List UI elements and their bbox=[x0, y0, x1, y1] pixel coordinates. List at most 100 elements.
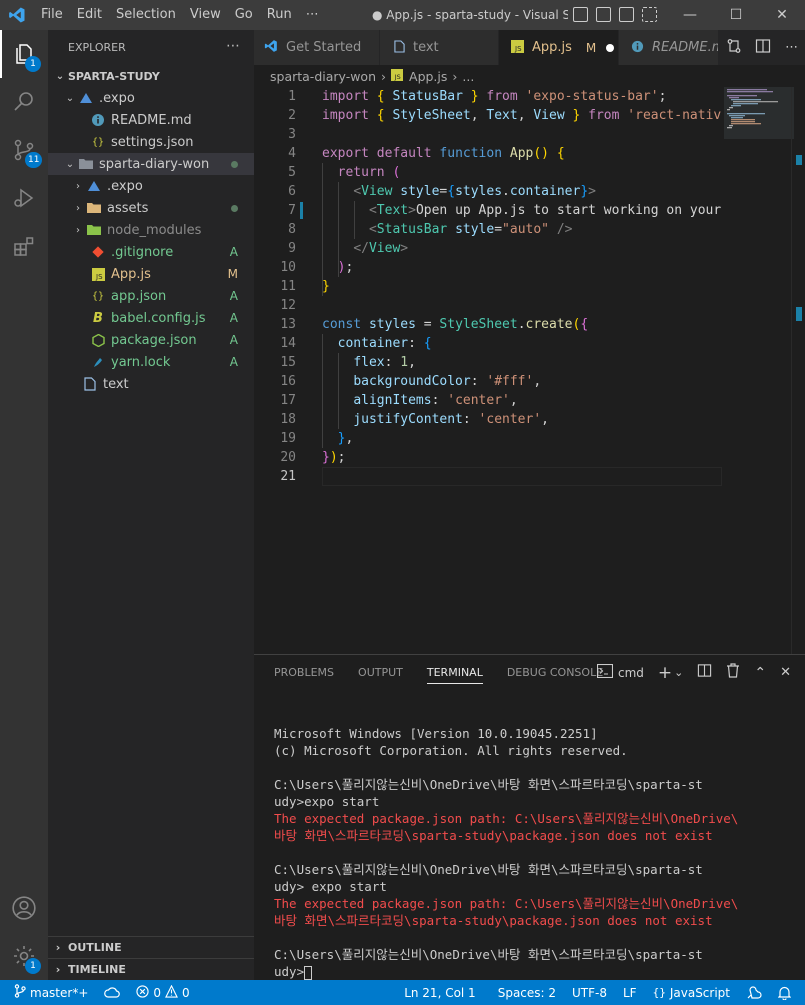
account-icon[interactable] bbox=[0, 884, 48, 932]
branch-indicator[interactable]: master*+ bbox=[0, 984, 96, 1001]
tree-item-label: package.json bbox=[111, 332, 197, 348]
new-terminal-plus-icon[interactable]: + bbox=[658, 663, 672, 683]
terminal-prompt-line: udy> bbox=[274, 964, 305, 979]
code-line: <View style={styles.container}> bbox=[353, 184, 596, 199]
menu-file[interactable]: File bbox=[34, 0, 70, 30]
tab-app-js[interactable]: JS App.js M bbox=[499, 30, 619, 65]
scrollbar-change-marker bbox=[796, 307, 802, 321]
line-number: 20 bbox=[280, 450, 296, 465]
minimize-icon[interactable]: — bbox=[667, 0, 713, 30]
outline-section[interactable]: › OUTLINE bbox=[48, 936, 254, 958]
menu-go[interactable]: Go bbox=[228, 0, 260, 30]
toggle-panel-icon[interactable] bbox=[596, 7, 611, 22]
terminal-line: C:\Users\풀리지않는신비\OneDrive\바탕 화면\스파르타코딩\s… bbox=[274, 947, 703, 962]
menu-run[interactable]: Run bbox=[260, 0, 299, 30]
chevron-right-icon: › bbox=[76, 180, 80, 192]
modified-dot-icon bbox=[231, 201, 238, 215]
split-terminal-icon[interactable] bbox=[697, 663, 712, 682]
tab-get-started[interactable]: Get Started bbox=[254, 30, 380, 65]
tree-folder-expo-inner[interactable]: › .expo bbox=[48, 175, 254, 197]
menu-view[interactable]: View bbox=[183, 0, 228, 30]
tab-readme[interactable]: README.md bbox=[619, 30, 719, 65]
tree-file-app-js[interactable]: JS App.js M bbox=[48, 263, 254, 285]
tree-file-settings-json[interactable]: {} settings.json bbox=[48, 131, 254, 153]
tree-folder-node-modules[interactable]: › node_modules bbox=[48, 219, 254, 241]
code-lines[interactable]: import { StatusBar } from 'expo-status-b… bbox=[322, 87, 722, 486]
tree-folder-expo[interactable]: ⌄ .expo bbox=[48, 87, 254, 109]
tree-file-readme[interactable]: README.md bbox=[48, 109, 254, 131]
menu-bar: File Edit Selection View Go Run ⋯ bbox=[34, 0, 326, 30]
tree-folder-sparta-diary-won[interactable]: ⌄ sparta-diary-won bbox=[48, 153, 254, 175]
chevron-down-icon: ⌄ bbox=[65, 158, 75, 170]
timeline-section[interactable]: › TIMELINE bbox=[48, 958, 254, 980]
code-line: backgroundColor: '#fff', bbox=[353, 374, 542, 389]
svg-text:JS: JS bbox=[394, 73, 401, 81]
breadcrumb-folder[interactable]: sparta-diary-won bbox=[270, 69, 376, 84]
tree-file-gitignore[interactable]: .gitignore A bbox=[48, 241, 254, 263]
unsaved-dot-icon[interactable] bbox=[606, 43, 615, 52]
menu-edit[interactable]: Edit bbox=[70, 0, 109, 30]
menu-selection[interactable]: Selection bbox=[109, 0, 183, 30]
terminal-shell-selector[interactable]: cmd bbox=[596, 663, 644, 682]
tree-file-yarn-lock[interactable]: yarn.lock A bbox=[48, 351, 254, 373]
run-debug-icon[interactable] bbox=[0, 174, 48, 222]
tab-text[interactable]: text bbox=[380, 30, 499, 65]
manage-gear-icon[interactable]: 1 bbox=[0, 932, 48, 980]
feedback-icon[interactable] bbox=[738, 985, 770, 1000]
close-panel-icon[interactable]: ✕ bbox=[780, 665, 791, 680]
explorer-icon[interactable]: 1 bbox=[0, 30, 48, 78]
code-line: <StatusBar style="auto" /> bbox=[368, 222, 573, 237]
language-mode[interactable]: {} JavaScript bbox=[645, 986, 738, 1000]
terminal-error-line: The expected package.json path: C:\Users… bbox=[274, 811, 739, 826]
notifications-bell-icon[interactable] bbox=[770, 986, 805, 1000]
tab-problems[interactable]: PROBLEMS bbox=[266, 655, 342, 690]
encoding[interactable]: UTF-8 bbox=[564, 986, 615, 1000]
line-ending[interactable]: LF bbox=[615, 986, 645, 1000]
tree-file-app-json[interactable]: {} app.json A bbox=[48, 285, 254, 307]
customize-layout-icon[interactable] bbox=[642, 7, 657, 22]
tree-file-package-json[interactable]: package.json A bbox=[48, 329, 254, 351]
source-control-icon[interactable]: 11 bbox=[0, 126, 48, 174]
editor-scrollbar[interactable] bbox=[791, 87, 805, 654]
more-actions-icon[interactable]: ⋯ bbox=[785, 40, 798, 55]
maximize-icon[interactable]: ☐ bbox=[713, 0, 759, 30]
close-icon[interactable]: ✕ bbox=[759, 0, 805, 30]
code-line: container: { bbox=[337, 336, 432, 351]
minimap[interactable] bbox=[724, 87, 794, 654]
open-changes-icon[interactable] bbox=[726, 38, 742, 58]
cursor-position[interactable]: Ln 21, Col 1 bbox=[396, 986, 490, 1000]
extensions-icon[interactable] bbox=[0, 222, 48, 270]
maximize-panel-chevron-up-icon[interactable]: ⌃ bbox=[754, 665, 766, 681]
tab-debug-console[interactable]: DEBUG CONSOLE bbox=[499, 655, 611, 690]
line-number: 21 bbox=[280, 469, 296, 484]
trash-icon[interactable] bbox=[726, 663, 740, 682]
sync-icon[interactable] bbox=[96, 986, 128, 999]
activity-bar: 1 11 1 bbox=[0, 30, 48, 980]
terminal-error-line: 바탕 화면\스파르타코딩\sparta-study\package.json d… bbox=[274, 828, 713, 843]
tree-file-babel-config[interactable]: B babel.config.js A bbox=[48, 307, 254, 329]
terminal-line: udy> expo start bbox=[274, 879, 387, 894]
tab-terminal[interactable]: TERMINAL bbox=[419, 655, 491, 690]
breadcrumb-more[interactable]: ... bbox=[462, 69, 474, 84]
menu-more[interactable]: ⋯ bbox=[299, 0, 326, 30]
more-actions-icon[interactable]: ⋯ bbox=[226, 38, 240, 54]
code-editor[interactable]: 1 2 3 4 5 6 7 8 9 10 11 12 13 14 15 16 1… bbox=[254, 87, 805, 654]
indentation[interactable]: Spaces: 2 bbox=[490, 986, 564, 1000]
breadcrumb-file[interactable]: App.js bbox=[409, 69, 447, 84]
problems-indicator[interactable]: 0 0 bbox=[128, 984, 197, 1001]
search-icon[interactable] bbox=[0, 78, 48, 126]
warning-count: 0 bbox=[182, 985, 190, 1000]
split-editor-icon[interactable] bbox=[755, 38, 771, 58]
tree-folder-assets[interactable]: › assets bbox=[48, 197, 254, 219]
terminal-output[interactable]: Microsoft Windows [Version 10.0.19045.22… bbox=[274, 725, 794, 980]
chevron-down-icon[interactable]: ⌄ bbox=[674, 666, 683, 679]
expo-folder-icon bbox=[86, 178, 102, 194]
toggle-sidebar-icon[interactable] bbox=[573, 7, 588, 22]
toggle-secondary-sidebar-icon[interactable] bbox=[619, 7, 634, 22]
workspace-root[interactable]: ⌄ SPARTA-STUDY bbox=[48, 65, 254, 87]
tab-output[interactable]: OUTPUT bbox=[350, 655, 411, 690]
tree-item-label: App.js bbox=[111, 266, 151, 282]
code-line: export default function App() { bbox=[322, 146, 565, 161]
tree-file-text[interactable]: text bbox=[48, 373, 254, 395]
